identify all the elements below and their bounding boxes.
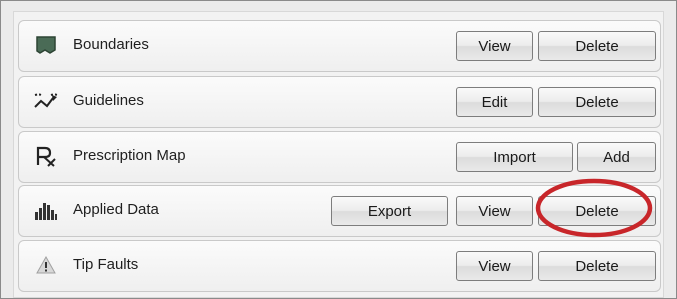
view-applied-data-button[interactable]: View: [456, 196, 533, 226]
boundary-icon: [33, 33, 59, 57]
applied-data-icon: [33, 198, 59, 222]
delete-applied-data-button[interactable]: Delete: [538, 196, 656, 226]
delete-guidelines-button[interactable]: Delete: [538, 87, 656, 117]
prescription-icon: [33, 144, 59, 168]
view-boundaries-button[interactable]: View: [456, 31, 533, 61]
guidelines-icon: [33, 89, 59, 113]
row-label-boundaries: Boundaries: [73, 36, 149, 53]
row-applied-data: Applied Data Export View Delete: [18, 185, 661, 237]
row-boundaries: Boundaries View Delete: [18, 20, 661, 72]
row-tip-faults: Tip Faults View Delete: [18, 240, 661, 292]
view-tip-faults-button[interactable]: View: [456, 251, 533, 281]
row-label-applied-data: Applied Data: [73, 201, 159, 218]
export-applied-data-button[interactable]: Export: [331, 196, 448, 226]
row-prescription-map: Prescription Map Import Add: [18, 131, 661, 183]
row-guidelines: Guidelines Edit Delete: [18, 76, 661, 128]
warning-icon: [33, 253, 59, 277]
add-prescription-button[interactable]: Add: [577, 142, 656, 172]
row-label-guidelines: Guidelines: [73, 92, 144, 109]
row-label-tip-faults: Tip Faults: [73, 256, 139, 273]
delete-tip-faults-button[interactable]: Delete: [538, 251, 656, 281]
delete-boundaries-button[interactable]: Delete: [538, 31, 656, 61]
row-label-prescription-map: Prescription Map: [73, 147, 186, 164]
import-prescription-button[interactable]: Import: [456, 142, 573, 172]
edit-guidelines-button[interactable]: Edit: [456, 87, 533, 117]
